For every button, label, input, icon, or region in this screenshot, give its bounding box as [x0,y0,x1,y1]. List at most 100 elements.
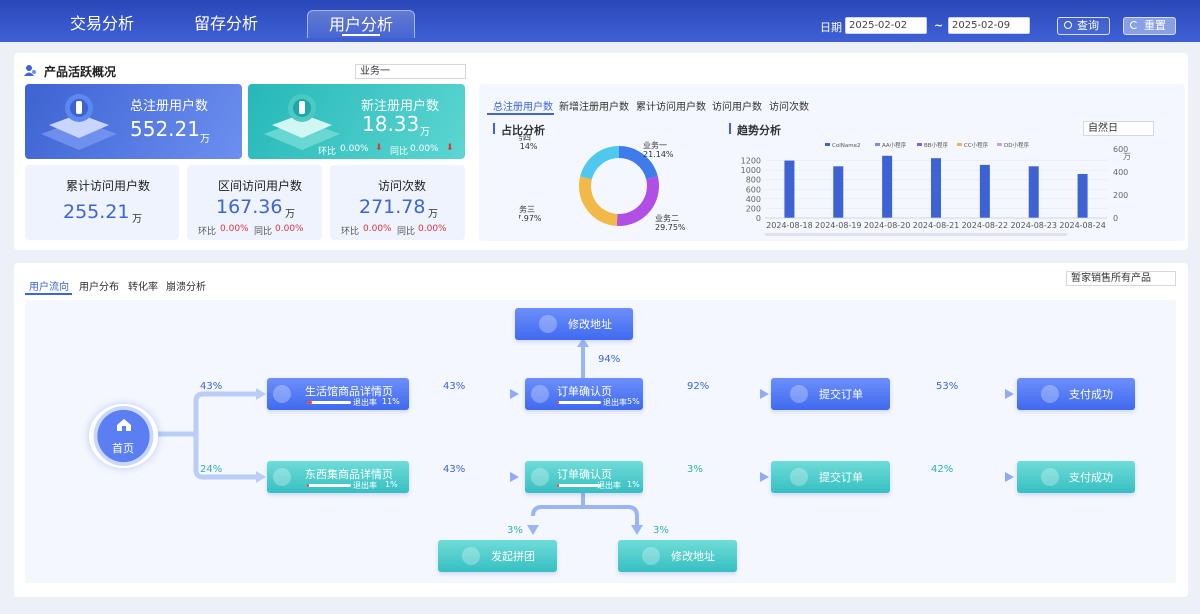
subtab-cumulative-visit[interactable]: 累计访问用户数 [636,98,706,113]
query-button[interactable]: 查询 [1057,17,1110,35]
node-submit-a[interactable]: 提交订单 [771,378,890,410]
range-visit-yoy-label: 同比 [254,227,273,237]
node-label: 支付成功 [1069,471,1113,484]
subtab-new-registered[interactable]: 新增注册用户数 [559,98,629,113]
donut-slice [616,176,659,226]
node-detail-b[interactable]: 东西集商品详情页 退出率 1% [267,461,409,493]
flow-canvas: 首页 43% 24% 修改地址 94% 生活馆商品详情页 退出率 11% 43%… [25,300,1176,583]
y-tick-label: 400 [746,195,761,204]
grid-icon [273,468,291,486]
legend-swatch [875,143,880,146]
node-label: 生活馆商品详情页 [305,385,393,398]
product-select[interactable]: 暂家销售所有产品 [1066,271,1176,286]
slice-label: 业务一 [643,140,667,150]
node-pay-b[interactable]: 支付成功 [1017,461,1135,493]
node-label: 东西集商品详情页 [305,468,393,481]
node-pay-a[interactable]: 支付成功 [1017,378,1135,410]
tab-user-flow[interactable]: 用户流向 [29,278,69,293]
tab-user-analysis[interactable]: 用户分析 [307,10,415,38]
visits-yoy-label: 同比 [397,227,416,237]
document-icon [531,468,549,486]
node-confirm-b[interactable]: 订单确认页 退出率 1% [525,461,643,493]
home-label: 首页 [112,442,134,455]
rate-b-confirm-submit: 3% [687,464,703,475]
exit-rate-fill [557,484,559,487]
node-modify-address-top[interactable]: 修改地址 [515,308,633,340]
slice-value: 21.14% [643,150,674,159]
location-icon [539,315,557,333]
rate-home-a: 43% [200,381,223,392]
rate-a-detail-confirm: 43% [443,381,466,392]
y-tick-label: 800 [746,176,761,185]
tab-crash-analysis[interactable]: 崩溃分析 [166,278,206,293]
mail-icon [790,468,808,486]
wallet-icon [1041,468,1059,486]
exit-rate-label: 退出率 [353,481,377,490]
shop-icon [273,385,291,403]
reset-button[interactable]: 重置 [1123,17,1176,35]
home-node[interactable]: 首页 [89,404,158,468]
total-reg-value: 552.21 [130,117,200,141]
y-right-tick-label: 0 [1113,214,1118,223]
subtab-active-underline [487,113,554,115]
node-label: 支付成功 [1069,388,1113,401]
tab-conversion-rate[interactable]: 转化率 [128,278,158,293]
new-reg-value: 18.33 [362,112,420,136]
start-date-input[interactable]: 2025-02-02 [845,17,927,34]
y-right-tick-label: 400 [1113,168,1128,177]
slice-label: 业务四 [519,134,531,142]
exit-rate-bar [557,401,601,404]
visits-ring-label: 环比 [341,227,360,237]
business-select[interactable]: 业务一 [355,64,466,79]
node-label: 提交订单 [819,388,863,401]
bar [1028,166,1039,218]
x-tick-label: 2024-08-20 [864,221,911,230]
legend-swatch [957,143,962,146]
slice-value: 29.75% [655,223,686,232]
slice-label: 业务三 [519,204,535,214]
card-visits: 访问次数 271.78 万 环比 0.00% 同比 0.00% [330,165,465,240]
range-visit-unit: 万 [285,209,295,220]
document-icon [531,385,549,403]
exit-rate-bar [557,484,601,487]
node-confirm-a[interactable]: 订单确认页 退出率 5% [525,378,643,410]
tab-trade-analysis[interactable]: 交易分析 [48,10,156,38]
trend-bar-chart: ColName2AA小程序BB小程序CC小程序DD小程序万万0200400600… [741,141,1131,236]
legend-swatch [825,143,830,146]
legend-label: AA小程序 [882,141,907,149]
bar [931,158,941,218]
group-icon [462,547,480,565]
node-modify-address-bottom[interactable]: 修改地址 [618,540,737,572]
subtab-total-registered[interactable]: 总注册用户数 [493,98,553,113]
y-tick-label: 1000 [741,166,761,175]
node-detail-a[interactable]: 生活馆商品详情页 退出率 11% [267,378,409,410]
trend-period-select[interactable]: 自然日 [1083,121,1154,136]
node-group-buy[interactable]: 发起拼团 [438,540,557,572]
subtab-visits[interactable]: 访问次数 [769,98,809,113]
shield-icon [642,547,660,565]
rate-a-submit-pay: 53% [936,381,959,392]
date-separator: ~ [934,19,944,32]
visits-yoy-value: 0.00% [418,224,447,234]
subtab-visit-users[interactable]: 访问用户数 [712,98,762,113]
node-label: 修改地址 [568,318,612,331]
rate-a-confirm-submit: 92% [687,381,710,392]
visits-ring-value: 0.00% [363,224,392,234]
building-illustration-icon [264,94,340,150]
arrow-down-icon: ⬇ [375,143,383,153]
visits-label: 访问次数 [378,179,427,193]
tab-retention-analysis[interactable]: 留存分析 [172,10,280,38]
refresh-icon [1130,21,1138,29]
building-illustration-icon [41,94,117,150]
donut-slice [580,146,619,180]
end-date-input[interactable]: 2025-02-09 [948,17,1030,34]
flow-connectors [156,338,1014,535]
tab-user-distribution[interactable]: 用户分布 [79,278,119,293]
new-reg-ring-label: 环比 [318,147,337,157]
node-submit-b[interactable]: 提交订单 [771,461,890,493]
y-tick-label: 0 [756,214,761,223]
legend-label: BB小程序 [924,141,949,149]
exit-rate-fill [307,484,309,487]
date-label: 日期 [820,21,842,34]
trend-analysis-title: 趋势分析 [729,123,781,137]
